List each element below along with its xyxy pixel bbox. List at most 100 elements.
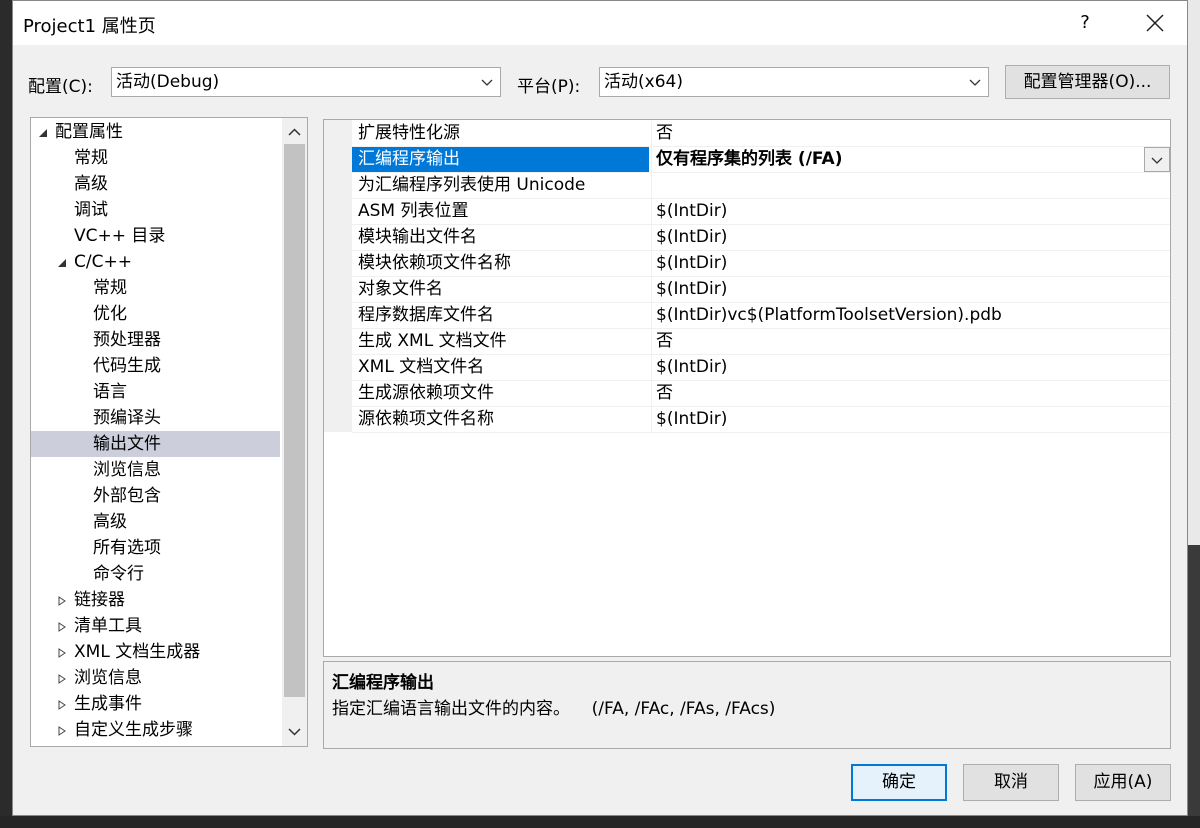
collapsed-triangle-icon[interactable] [57, 674, 67, 684]
tree-item-label: 优化 [93, 304, 127, 324]
tree-item[interactable]: 高级 [31, 171, 280, 197]
tree-item[interactable]: 链接器 [31, 587, 280, 613]
tree-item[interactable]: 命令行 [31, 561, 280, 587]
property-row[interactable]: 对象文件名 $(IntDir) [352, 277, 1170, 303]
grid-left-margin [324, 120, 352, 432]
tree-scrollbar[interactable] [282, 118, 307, 746]
platform-label: 平台(P): [517, 77, 581, 97]
tree-item[interactable]: 调试 [31, 197, 280, 223]
tree-item[interactable]: 所有选项 [31, 535, 280, 561]
scroll-up-icon[interactable] [288, 126, 301, 139]
property-value[interactable]: $(IntDir) [651, 355, 1170, 380]
expanded-triangle-icon[interactable] [57, 258, 67, 268]
property-value[interactable]: 仅有程序集的列表 (/FA) [651, 147, 1170, 172]
tree-item[interactable]: 配置属性 [31, 119, 280, 145]
property-value[interactable]: $(IntDir) [651, 199, 1170, 224]
property-row[interactable]: XML 文档文件名 $(IntDir) [352, 355, 1170, 381]
tree-item[interactable]: C/C++ [31, 249, 280, 275]
tree-item-label: 浏览信息 [93, 460, 161, 480]
property-row[interactable]: 模块输出文件名 $(IntDir) [352, 225, 1170, 251]
tree-item[interactable]: 预处理器 [31, 327, 280, 353]
background-window-edge [1188, 0, 1200, 828]
property-name: 模块依赖项文件名称 [358, 253, 511, 273]
property-value[interactable]: $(IntDir) [651, 407, 1170, 432]
collapsed-triangle-icon[interactable] [57, 622, 67, 632]
property-row[interactable]: ASM 列表位置 $(IntDir) [352, 199, 1170, 225]
property-value[interactable]: 否 [651, 329, 1170, 354]
property-row[interactable]: 扩展特性化源 否 [352, 121, 1170, 147]
scroll-down-icon[interactable] [288, 725, 301, 738]
collapsed-triangle-icon[interactable] [57, 700, 67, 710]
tree-item[interactable]: 常规 [31, 275, 280, 301]
tree-item[interactable]: XML 文档生成器 [31, 639, 280, 665]
tree-item[interactable]: 自定义生成步骤 [31, 717, 280, 743]
property-value[interactable]: 否 [651, 121, 1170, 146]
property-row[interactable]: 源依赖项文件名称 $(IntDir) [352, 407, 1170, 433]
tree-item-label: 常规 [93, 278, 127, 298]
collapsed-triangle-icon[interactable] [57, 596, 67, 606]
tree-item-label: 高级 [93, 512, 127, 532]
tree-item-label: 配置属性 [55, 122, 123, 142]
scrollbar-thumb[interactable] [284, 144, 305, 697]
property-name: 模块输出文件名 [358, 227, 477, 247]
tree-item[interactable]: 高级 [31, 509, 280, 535]
property-pages-dialog: Project1 属性页 ? 配置(C): 活动(Debug) 平台(P): 活… [12, 0, 1188, 816]
help-button[interactable]: ? [1069, 9, 1101, 37]
tree-item-label: 预处理器 [93, 330, 161, 350]
tree-item-label: C/C++ [74, 252, 132, 272]
property-row[interactable]: 生成源依赖项文件 否 [352, 381, 1170, 407]
chevron-down-icon [481, 79, 493, 86]
property-row[interactable]: 生成 XML 文档文件 否 [352, 329, 1170, 355]
expanded-triangle-icon[interactable] [38, 128, 48, 138]
tree-item-label: VC++ 目录 [74, 226, 166, 246]
tree-item[interactable]: 预编译头 [31, 405, 280, 431]
tree-item-label: 输出文件 [93, 434, 161, 454]
tree-item[interactable]: 浏览信息 [31, 665, 280, 691]
property-value[interactable]: $(IntDir) [651, 277, 1170, 302]
tree-item-label: 语言 [93, 382, 127, 402]
ok-button[interactable]: 确定 [851, 764, 947, 801]
tree-item-label: 预编译头 [93, 408, 161, 428]
configuration-manager-button[interactable]: 配置管理器(O)... [1005, 65, 1170, 99]
property-name: 生成 XML 文档文件 [358, 331, 507, 351]
tree-item[interactable]: 常规 [31, 145, 280, 171]
tree-item[interactable]: 语言 [31, 379, 280, 405]
collapsed-triangle-icon[interactable] [57, 726, 67, 736]
tree-item-label: 链接器 [74, 590, 125, 610]
tree-item[interactable]: 代码生成 [31, 353, 280, 379]
close-button[interactable] [1139, 7, 1171, 39]
tree-item[interactable]: 输出文件 [31, 431, 280, 457]
property-name: 为汇编程序列表使用 Unicode [358, 175, 586, 195]
tree-item[interactable]: 生成事件 [31, 691, 280, 717]
property-name: 生成源依赖项文件 [358, 383, 494, 403]
property-row[interactable]: 程序数据库文件名 $(IntDir)vc$(PlatformToolsetVers… [352, 303, 1170, 329]
property-name: 扩展特性化源 [358, 123, 460, 143]
configuration-dropdown[interactable]: 活动(Debug) [111, 67, 501, 97]
collapsed-triangle-icon[interactable] [57, 648, 67, 658]
description-text: 指定汇编语言输出文件的内容。 (/FA, /FAc, /FAs, /FAcs) [332, 699, 776, 719]
cancel-button[interactable]: 取消 [963, 764, 1059, 801]
property-row[interactable]: 模块依赖项文件名称 $(IntDir) [352, 251, 1170, 277]
property-name: 程序数据库文件名 [358, 305, 494, 325]
property-dropdown-button[interactable] [1144, 147, 1170, 172]
tree-item-label: 清单工具 [74, 616, 142, 636]
tree-item[interactable]: 外部包含 [31, 483, 280, 509]
property-value[interactable] [651, 173, 1170, 198]
property-value[interactable]: $(IntDir) [651, 251, 1170, 276]
apply-button[interactable]: 应用(A) [1075, 764, 1171, 801]
configuration-label: 配置(C): [28, 77, 93, 97]
description-title: 汇编程序输出 [332, 673, 434, 693]
property-value[interactable]: 否 [651, 381, 1170, 406]
tree-item[interactable]: VC++ 目录 [31, 223, 280, 249]
tree-item[interactable]: 优化 [31, 301, 280, 327]
platform-dropdown[interactable]: 活动(x64) [599, 67, 989, 97]
property-row[interactable]: 为汇编程序列表使用 Unicode [352, 173, 1170, 199]
property-value[interactable]: $(IntDir) [651, 225, 1170, 250]
description-panel: 汇编程序输出 指定汇编语言输出文件的内容。 (/FA, /FAc, /FAs, … [323, 661, 1171, 749]
property-row[interactable]: 汇编程序输出 仅有程序集的列表 (/FA) [352, 147, 1170, 173]
background-window-bottom [0, 816, 1200, 828]
tree-item[interactable]: 清单工具 [31, 613, 280, 639]
tree-item-label: 生成事件 [74, 694, 142, 714]
property-value[interactable]: $(IntDir)vc$(PlatformToolsetVersion).pdb [651, 303, 1170, 328]
tree-item[interactable]: 浏览信息 [31, 457, 280, 483]
